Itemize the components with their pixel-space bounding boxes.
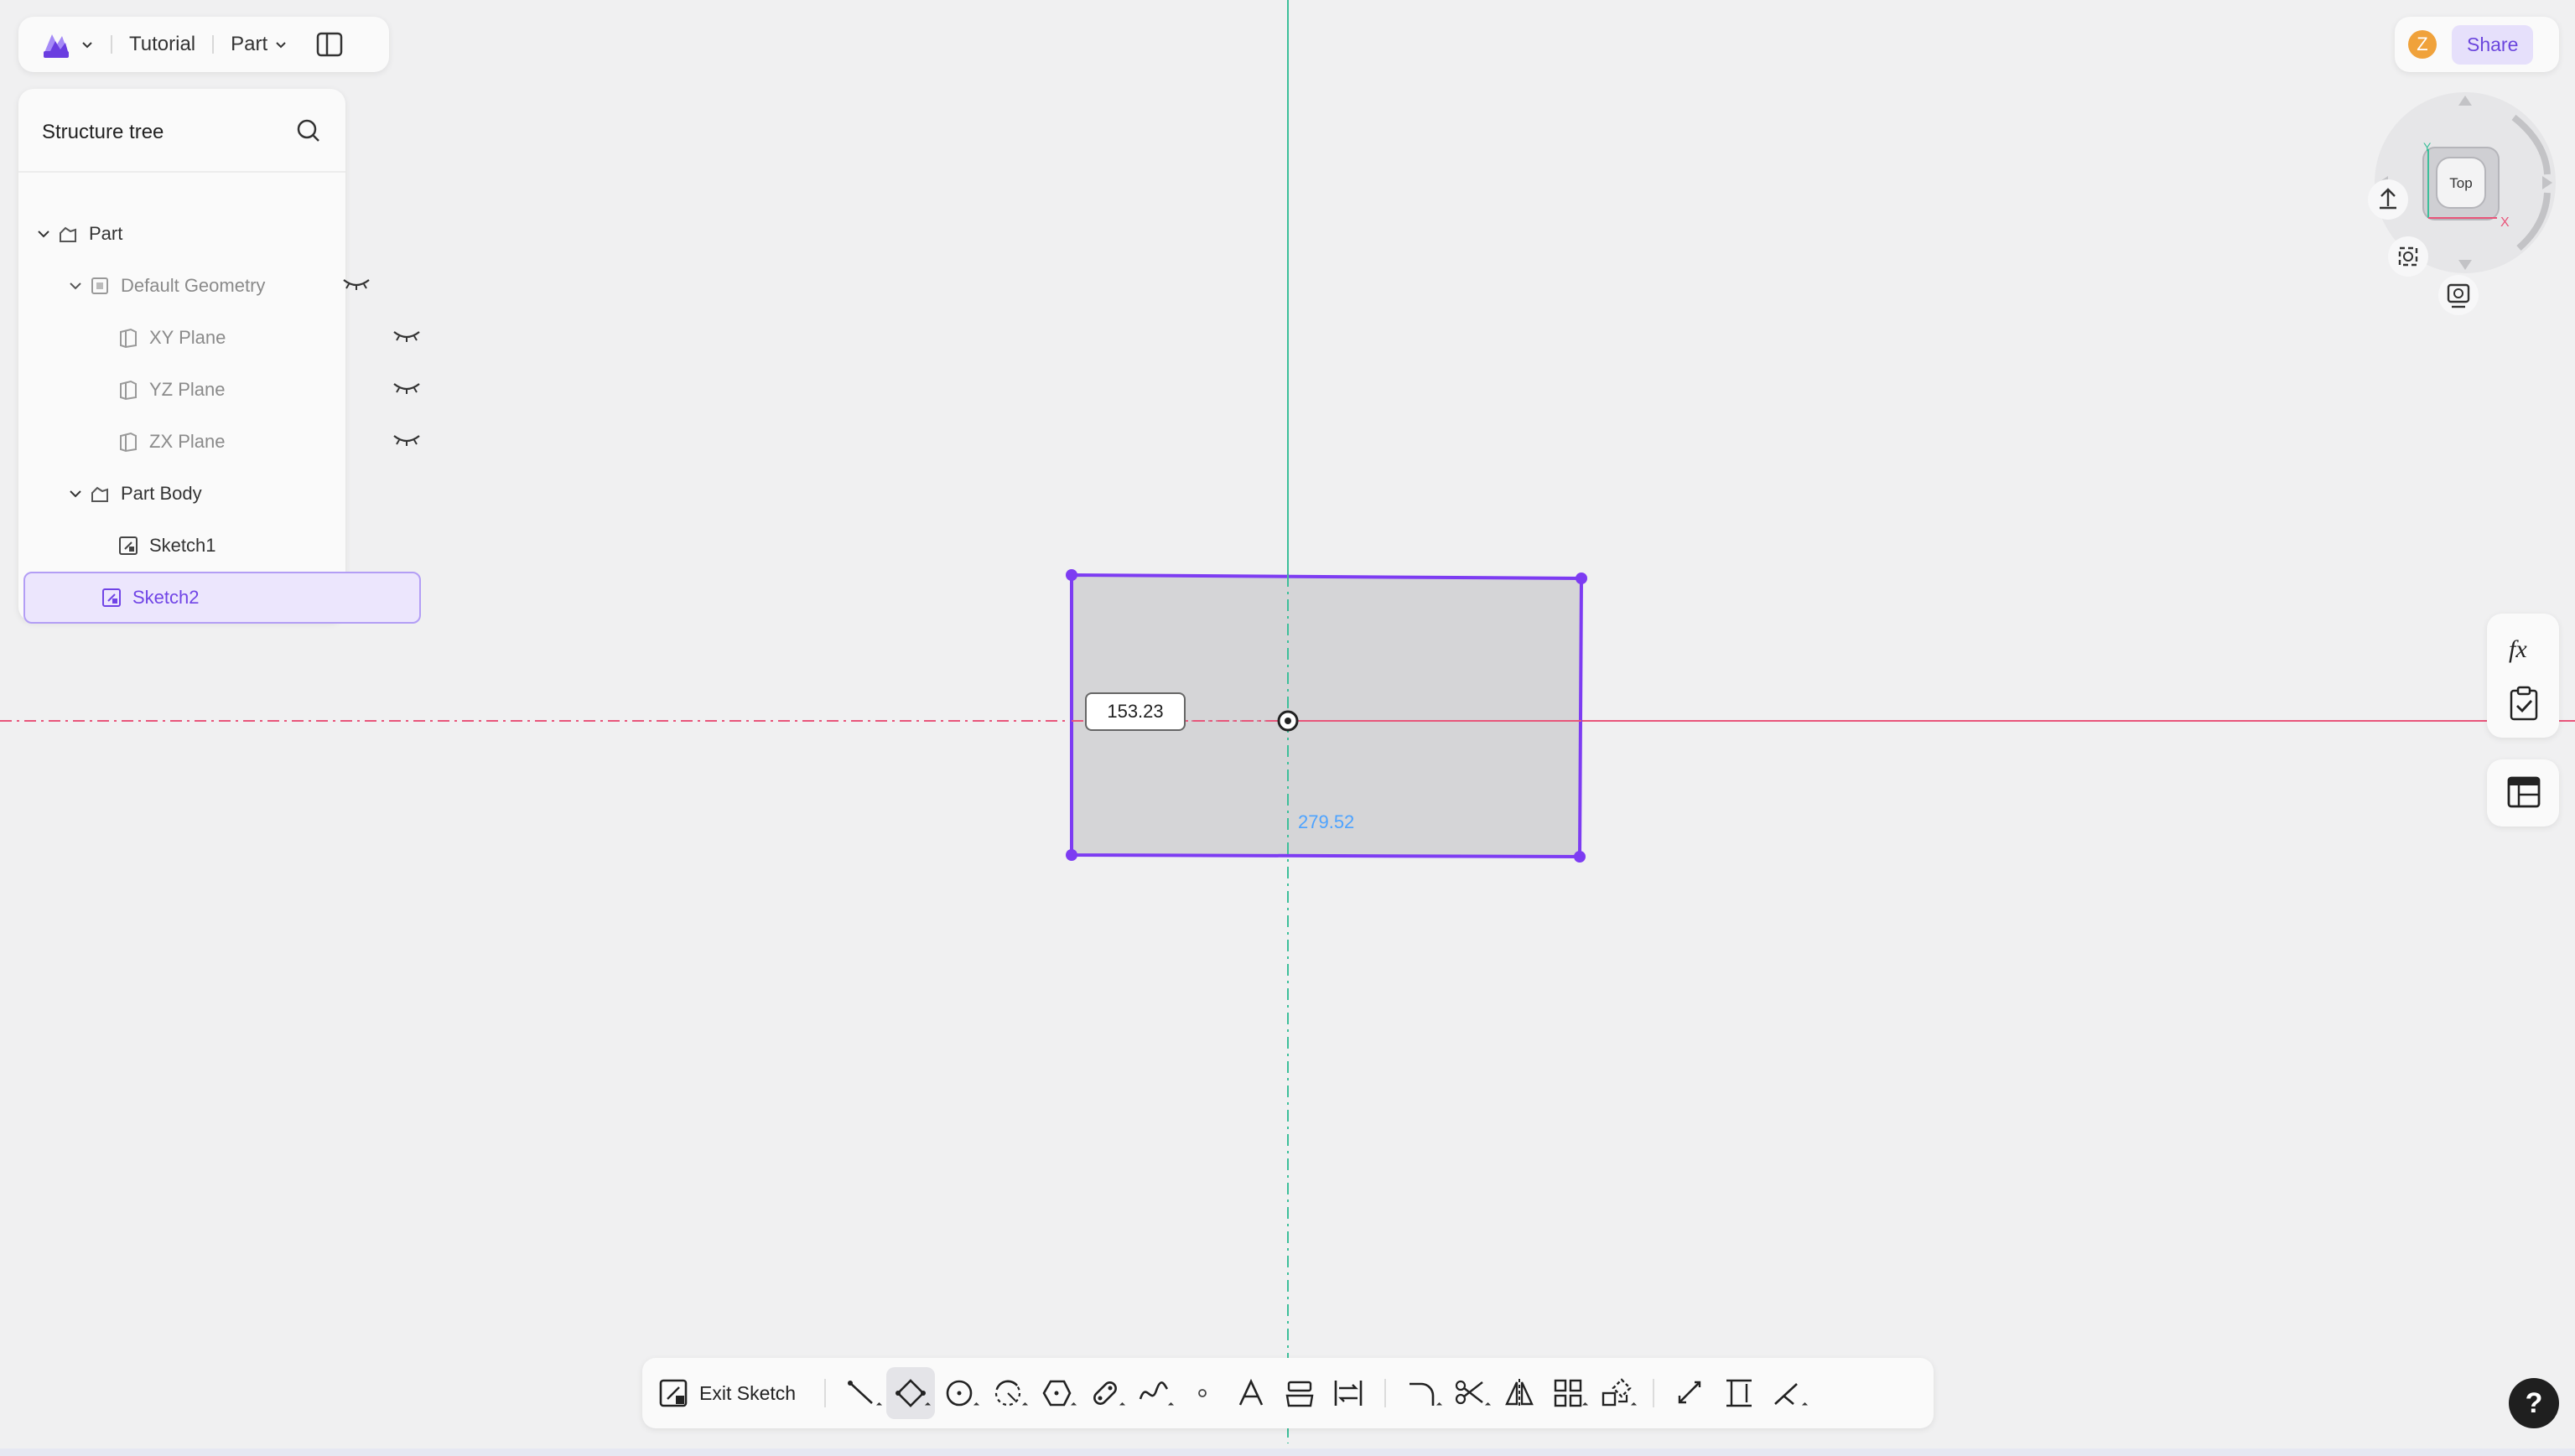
convert-tool-icon[interactable] <box>1324 1367 1373 1419</box>
sketch-toolbar: Exit Sketch <box>642 1358 1934 1428</box>
formula-fx-icon[interactable]: fx <box>2505 632 2542 666</box>
text-tool-icon[interactable] <box>1227 1367 1275 1419</box>
checklist-icon[interactable] <box>2509 686 2539 721</box>
tree-item-label: YZ Plane <box>149 379 226 400</box>
cube-x-label: X <box>2500 215 2510 230</box>
plane-icon <box>117 327 139 349</box>
tree-item-label: Part Body <box>121 483 202 504</box>
circle-tool-icon[interactable] <box>935 1367 984 1419</box>
sketch-icon <box>101 587 122 609</box>
tree-item-label: Sketch2 <box>132 587 200 608</box>
structure-tree-title: Structure tree <box>42 121 164 143</box>
tree-item-label: Default Geometry <box>121 275 266 296</box>
fit-view-icon[interactable] <box>2388 236 2428 277</box>
line-tool-icon[interactable] <box>838 1367 886 1419</box>
search-icon[interactable] <box>295 117 322 144</box>
view-navigator[interactable]: Y X Top <box>2314 84 2566 327</box>
transform-tool-icon[interactable] <box>1592 1367 1641 1419</box>
cube-face-label[interactable]: Top <box>2449 175 2472 191</box>
project-tool-icon[interactable] <box>1275 1367 1324 1419</box>
tree-item-label: ZX Plane <box>149 431 226 452</box>
rect-vertex <box>1576 573 1587 584</box>
share-button[interactable]: Share <box>2452 24 2534 65</box>
rect-vertex <box>1066 569 1077 581</box>
project-name[interactable]: Tutorial <box>129 33 195 56</box>
hidden-eye-icon[interactable] <box>342 277 371 290</box>
geometry-icon <box>89 275 111 297</box>
exit-sketch-label: Exit Sketch <box>699 1381 797 1404</box>
hidden-eye-icon[interactable] <box>392 381 421 394</box>
plane-icon <box>117 431 139 453</box>
spline-tool-icon[interactable] <box>1129 1367 1178 1419</box>
divider <box>212 35 215 54</box>
divider <box>1653 1379 1655 1407</box>
mode-dropdown[interactable]: Part <box>231 33 267 56</box>
divider <box>18 171 345 173</box>
part-icon <box>57 223 79 245</box>
divider <box>1384 1379 1387 1407</box>
svg-text:fx: fx <box>2509 635 2527 663</box>
home-view-icon[interactable] <box>2368 179 2408 220</box>
tree-item-part-body[interactable]: Part Body <box>23 469 382 518</box>
tree-item-label: Part <box>89 223 123 244</box>
side-tools-card: fx <box>2487 614 2559 738</box>
hidden-eye-icon[interactable] <box>392 329 421 342</box>
tree-item-label: XY Plane <box>149 327 226 348</box>
chevron-down-icon[interactable] <box>67 277 84 294</box>
cube-y-label: Y <box>2423 140 2432 153</box>
constraint-tool-icon[interactable] <box>1763 1367 1812 1419</box>
divider <box>111 35 112 54</box>
chevron-down-icon[interactable] <box>67 485 84 502</box>
hidden-eye-icon[interactable] <box>392 433 421 446</box>
height-dimension-input[interactable]: 153.23 <box>1085 692 1186 731</box>
table-icon[interactable] <box>2507 776 2541 808</box>
trim-tool-icon[interactable] <box>1446 1367 1495 1419</box>
chevron-down-icon[interactable] <box>35 225 52 242</box>
panel-toggle-icon[interactable] <box>316 32 343 57</box>
sketch-canvas[interactable] <box>0 0 2575 1456</box>
sketch-icon <box>117 535 139 557</box>
app-logo-icon[interactable] <box>40 29 75 60</box>
share-bar: Z Share <box>2395 17 2559 72</box>
mirror-tool-icon[interactable] <box>1495 1367 1544 1419</box>
exit-sketch-button[interactable]: Exit Sketch <box>659 1379 796 1407</box>
tree-item-xy-plane[interactable]: XY Plane <box>23 313 433 362</box>
fillet-tool-icon[interactable] <box>1398 1367 1446 1419</box>
structure-tree-panel: Structure tree Part Default Geometry XY … <box>18 89 421 624</box>
plane-icon <box>117 379 139 401</box>
display-mode-icon[interactable] <box>2438 275 2479 315</box>
chevron-down-icon[interactable] <box>80 38 94 51</box>
help-button[interactable]: ? <box>2509 1378 2559 1428</box>
tree-item-sketch1[interactable]: Sketch1 <box>23 521 433 570</box>
polygon-tool-icon[interactable] <box>1032 1367 1081 1419</box>
width-dimension-label[interactable]: 279.52 <box>1298 811 1354 833</box>
tree-item-default-geometry[interactable]: Default Geometry <box>23 262 382 310</box>
chevron-down-icon[interactable] <box>274 38 288 51</box>
arc-tool-icon[interactable] <box>984 1367 1032 1419</box>
rectangle-tool-icon[interactable] <box>886 1367 936 1419</box>
rect-vertex <box>1574 851 1586 863</box>
bottom-strip <box>0 1448 2575 1456</box>
tree-item-zx-plane[interactable]: ZX Plane <box>23 417 433 466</box>
tree-item-sketch2[interactable]: Sketch2 <box>23 572 421 624</box>
tree-item-part[interactable]: Part <box>23 210 350 258</box>
divider <box>824 1379 827 1407</box>
part-body-icon <box>89 483 111 505</box>
exit-sketch-icon <box>659 1379 691 1407</box>
rect-vertex <box>1066 849 1077 861</box>
point-tool-icon[interactable] <box>1178 1367 1227 1419</box>
offset-tool-icon[interactable] <box>1666 1367 1715 1419</box>
tree-item-label: Sketch1 <box>149 535 216 556</box>
table-card <box>2487 759 2559 826</box>
app-header: Tutorial Part <box>18 17 389 72</box>
slot-tool-icon[interactable] <box>1081 1367 1129 1419</box>
pattern-tool-icon[interactable] <box>1544 1367 1592 1419</box>
avatar[interactable]: Z <box>2408 30 2437 59</box>
tree-item-yz-plane[interactable]: YZ Plane <box>23 365 433 414</box>
dimension-tool-icon[interactable] <box>1715 1367 1763 1419</box>
